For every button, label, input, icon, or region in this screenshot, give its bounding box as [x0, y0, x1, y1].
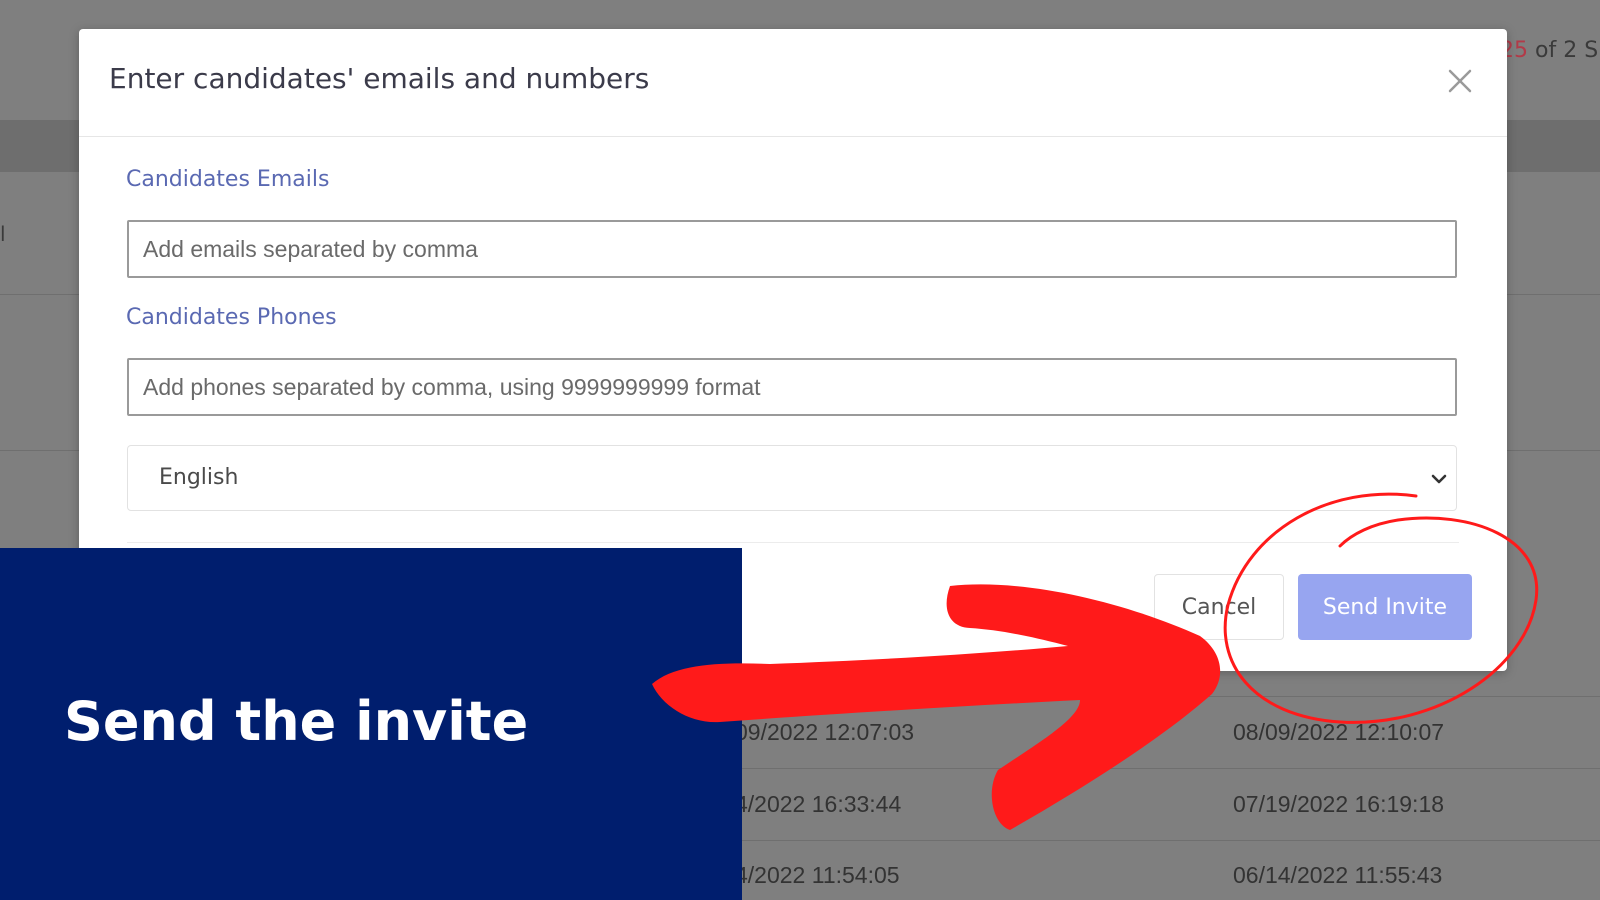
modal-footer-divider	[127, 542, 1459, 543]
pagination-rest: of 2 Sr	[1535, 38, 1600, 63]
callout-panel: Send the invite	[0, 548, 742, 900]
background-pagination: 25 of 2 Sr	[1500, 38, 1600, 63]
language-selected-value: English	[159, 465, 239, 490]
background-edge-text: l	[0, 222, 6, 246]
table-cell-time: 4/2022 16:33:44	[735, 791, 902, 817]
cancel-button[interactable]: Cancel	[1154, 574, 1284, 640]
callout-text: Send the invite	[64, 690, 529, 753]
send-invite-button[interactable]: Send Invite	[1298, 574, 1472, 640]
close-button[interactable]	[1442, 63, 1478, 99]
close-icon	[1448, 69, 1472, 93]
table-cell-time: 08/09/2022 12:10:07	[1233, 719, 1445, 745]
table-cell-time: 4/2022 11:54:05	[735, 862, 900, 888]
modal-header: Enter candidates' emails and numbers	[79, 29, 1507, 137]
table-cell-time: 06/14/2022 11:55:43	[1233, 862, 1443, 888]
language-select[interactable]: English	[127, 445, 1457, 511]
table-cell-time: 09/2022 12:07:03	[735, 719, 915, 745]
chevron-down-icon	[1431, 474, 1447, 484]
emails-label: Candidates Emails	[126, 167, 330, 192]
modal-title: Enter candidates' emails and numbers	[109, 62, 650, 95]
phones-label: Candidates Phones	[126, 305, 337, 330]
emails-input[interactable]	[127, 220, 1457, 278]
phones-input[interactable]	[127, 358, 1457, 416]
table-cell-time: 07/19/2022 16:19:18	[1233, 791, 1445, 817]
